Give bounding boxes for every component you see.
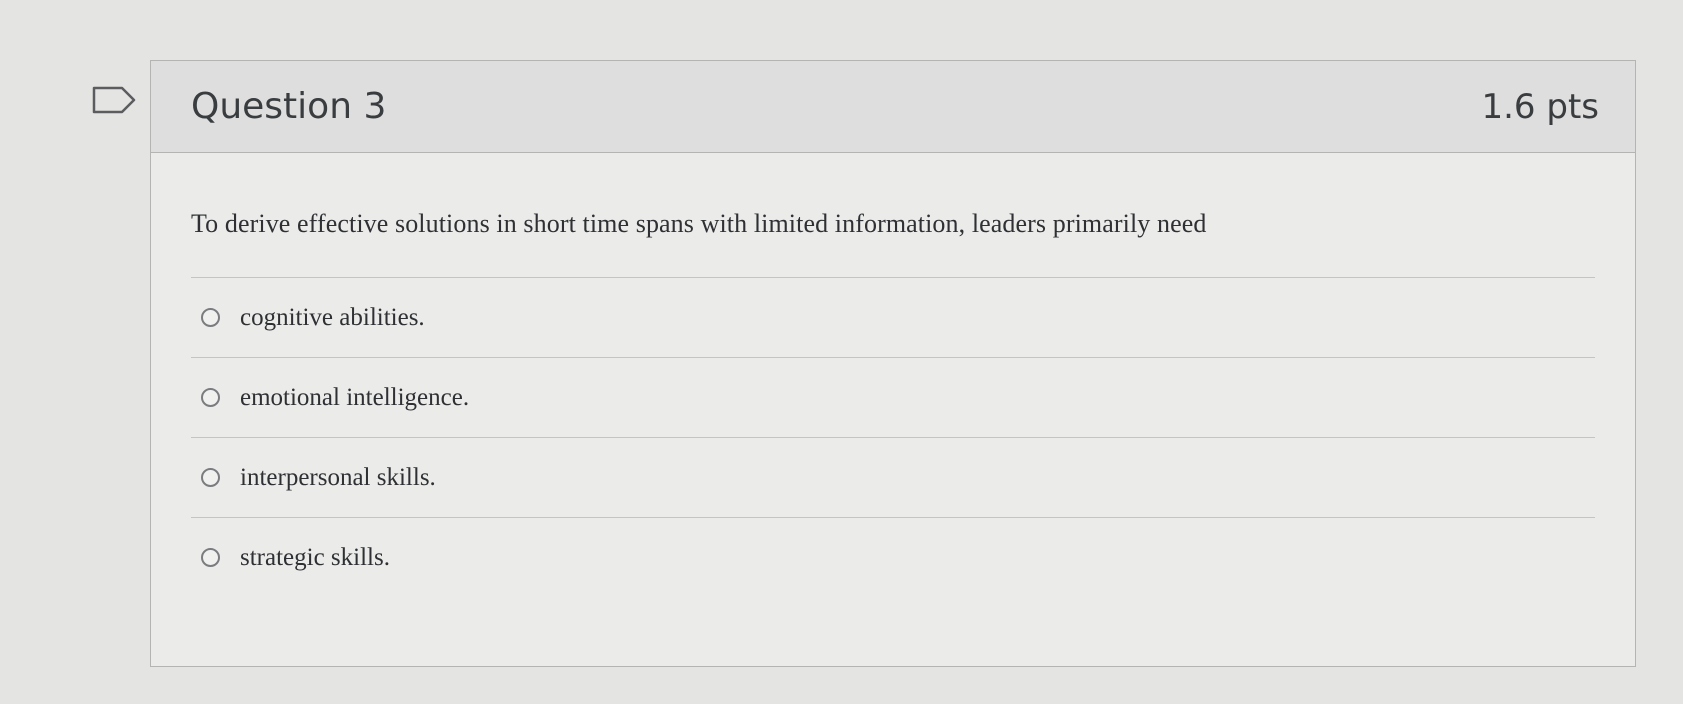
question-text: To derive effective solutions in short t… <box>191 209 1207 238</box>
question-title: Question 3 <box>191 86 387 127</box>
answer-label[interactable]: strategic skills. <box>240 544 390 572</box>
radio-button[interactable] <box>201 548 220 567</box>
answer-option[interactable]: cognitive abilities. <box>191 277 1595 357</box>
answer-list: cognitive abilities. emotional intellige… <box>191 277 1595 597</box>
question-header: Question 3 1.6 pts <box>151 61 1635 153</box>
radio-button[interactable] <box>201 308 220 327</box>
answer-option[interactable]: emotional intelligence. <box>191 357 1595 437</box>
answer-option[interactable]: strategic skills. <box>191 517 1595 597</box>
answer-label[interactable]: emotional intelligence. <box>240 384 469 412</box>
answer-option[interactable]: interpersonal skills. <box>191 437 1595 517</box>
flag-question-icon[interactable] <box>92 86 136 114</box>
answer-label[interactable]: interpersonal skills. <box>240 464 436 492</box>
question-body: To derive effective solutions in short t… <box>151 153 1635 597</box>
answer-label[interactable]: cognitive abilities. <box>240 304 425 332</box>
question-points: 1.6 pts <box>1481 86 1599 127</box>
question-card: Question 3 1.6 pts To derive effective s… <box>150 60 1636 667</box>
radio-button[interactable] <box>201 468 220 487</box>
radio-button[interactable] <box>201 388 220 407</box>
